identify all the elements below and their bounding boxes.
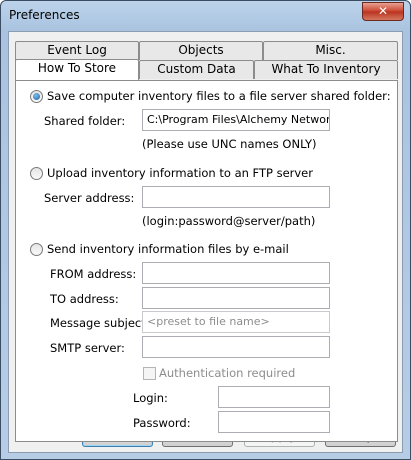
login-input[interactable]: [218, 386, 330, 408]
tab-event-log[interactable]: Event Log: [15, 41, 139, 60]
subject-placeholder: <preset to file name>: [147, 315, 270, 328]
tab-objects[interactable]: Objects: [139, 41, 263, 60]
tab-how-to-store[interactable]: How To Store: [15, 59, 139, 80]
tab-misc[interactable]: Misc.: [263, 41, 398, 60]
window-title: Preferences: [9, 8, 80, 22]
tab-what-to-inventory[interactable]: What To Inventory: [254, 60, 398, 79]
dialog-client-area: Event Log Objects Misc. How To Store Cus…: [8, 31, 403, 453]
to-address-input[interactable]: [142, 287, 330, 309]
auth-required-checkbox[interactable]: [143, 367, 156, 380]
email-option-label: Send inventory information files by e-ma…: [47, 242, 289, 256]
share-option-radio[interactable]: [30, 90, 43, 103]
tab-custom-data[interactable]: Custom Data: [139, 60, 254, 79]
tab-label: Misc.: [315, 43, 346, 57]
preferences-window: Preferences ✕ Event Log Objects Misc. Ho…: [0, 0, 411, 460]
tab-label: What To Inventory: [271, 62, 381, 76]
unc-hint: (Please use UNC names ONLY): [142, 137, 317, 151]
password-label: Password:: [133, 416, 191, 430]
message-subject-input[interactable]: <preset to file name>: [142, 311, 330, 333]
login-label: Login:: [133, 391, 168, 405]
share-option-label: Save computer inventory files to a file …: [47, 89, 391, 103]
email-option-radio[interactable]: [30, 243, 43, 256]
server-address-input[interactable]: [142, 186, 330, 208]
ftp-path-hint: (login:password@server/path): [142, 214, 316, 228]
message-subject-label: Message subject:: [50, 316, 150, 330]
close-button[interactable]: ✕: [362, 2, 404, 21]
smtp-server-input[interactable]: [142, 336, 330, 358]
ftp-option-label: Upload inventory information to an FTP s…: [47, 166, 313, 180]
tab-label: How To Store: [37, 61, 117, 75]
server-address-label: Server address:: [44, 191, 135, 205]
password-input[interactable]: [218, 411, 330, 433]
close-icon: ✕: [377, 4, 389, 18]
shared-folder-input[interactable]: C:\Program Files\Alchemy Network Inv: [142, 109, 330, 131]
from-address-input[interactable]: [142, 262, 330, 284]
tab-label: Objects: [178, 43, 224, 57]
smtp-server-label: SMTP server:: [50, 341, 125, 355]
tab-label: Custom Data: [157, 62, 236, 76]
to-address-label: TO address:: [50, 292, 119, 306]
how-to-store-panel: Save computer inventory files to a file …: [15, 80, 398, 442]
ftp-option-radio[interactable]: [30, 167, 43, 180]
tab-label: Event Log: [47, 43, 107, 57]
from-address-label: FROM address:: [50, 267, 137, 281]
title-bar[interactable]: Preferences ✕: [1, 1, 410, 30]
shared-folder-label: Shared folder:: [44, 114, 126, 128]
auth-required-label: Authentication required: [159, 366, 296, 380]
